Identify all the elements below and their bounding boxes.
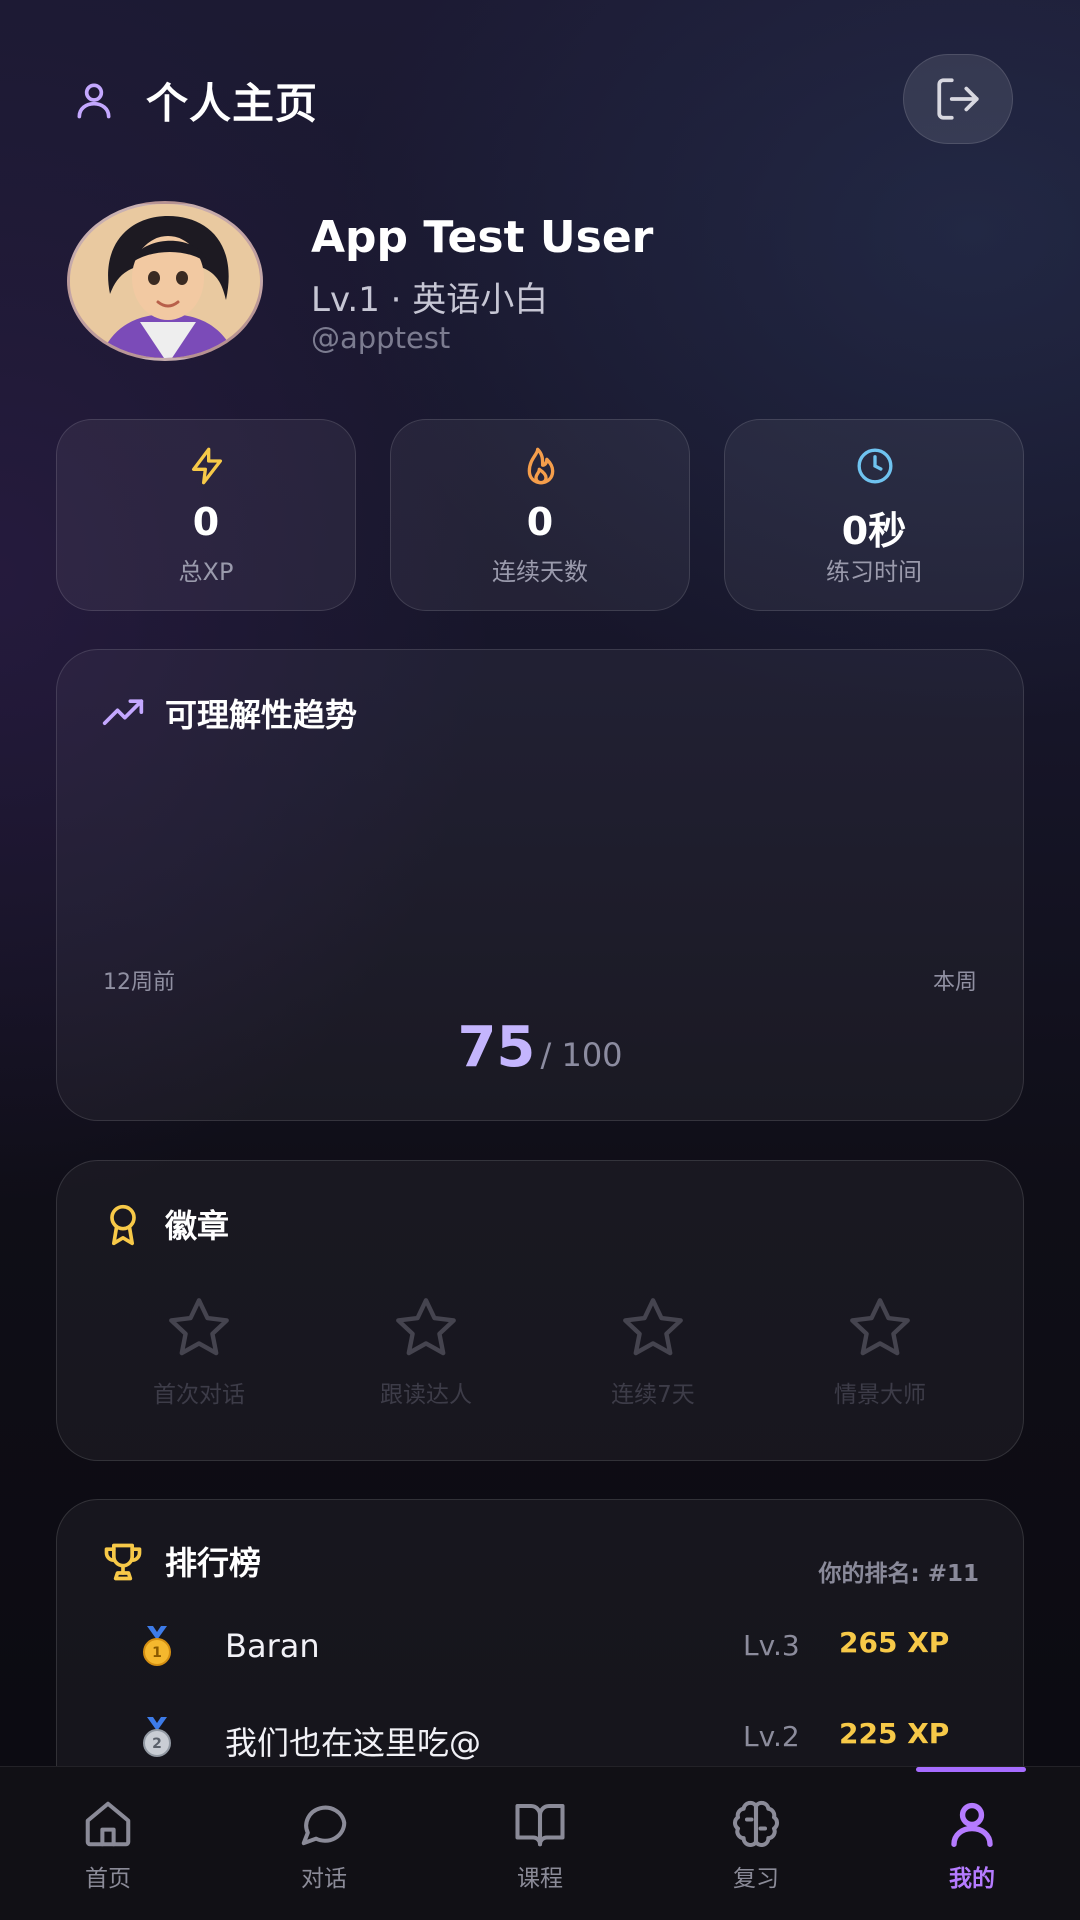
nav-label: 课程	[517, 1866, 563, 1892]
leaderboard-name: 我们也在这里吃@	[225, 1724, 482, 1762]
badge-item[interactable]: 情景大师	[780, 1293, 980, 1409]
nav-label: 首页	[85, 1866, 131, 1892]
logout-button[interactable]	[903, 54, 1013, 144]
nav-item-me[interactable]: 我的	[864, 1797, 1080, 1893]
star-icon	[396, 1298, 456, 1356]
clock-icon	[857, 448, 893, 484]
user-handle: @apptest	[311, 321, 451, 355]
leaderboard-xp: 265 XP	[839, 1626, 950, 1659]
avatar[interactable]	[67, 201, 263, 361]
star-icon	[169, 1298, 229, 1356]
trophy-icon	[104, 1543, 142, 1581]
badge-item[interactable]: 连续7天	[553, 1293, 753, 1409]
user-icon	[77, 83, 111, 119]
badges-title: 徽章	[165, 1207, 230, 1245]
nav-item-review[interactable]: 复习	[648, 1797, 864, 1893]
stat-label: 练习时间	[826, 558, 922, 586]
trend-score-value: 75	[457, 1015, 536, 1080]
svg-text:2: 2	[152, 1736, 162, 1752]
leaderboard-xp: 225 XP	[839, 1717, 950, 1750]
badge-item[interactable]: 跟读达人	[326, 1293, 526, 1409]
stat-value: 0	[192, 500, 220, 544]
header: 个人主页	[0, 0, 1080, 200]
brain-icon	[733, 1800, 779, 1847]
badge-label: 跟读达人	[380, 1382, 472, 1408]
user-name: App Test User	[311, 212, 654, 263]
leaderboard-level: Lv.2	[743, 1720, 800, 1753]
flame-icon	[527, 447, 555, 485]
star-icon	[623, 1298, 683, 1356]
stat-card-xp: 0 总XP	[56, 419, 356, 611]
badge-label: 首次对话	[153, 1382, 245, 1408]
trend-end-label: 本周	[932, 970, 977, 995]
badge-label: 情景大师	[834, 1382, 926, 1408]
user-level: Lv.1 · 英语小白	[311, 280, 549, 320]
chat-icon	[301, 1805, 347, 1846]
stat-card-streak: 0 连续天数	[390, 419, 690, 611]
badge-item[interactable]: 首次对话	[99, 1293, 299, 1409]
badge-label: 连续7天	[611, 1382, 695, 1408]
nav-item-home[interactable]: 首页	[0, 1797, 216, 1893]
svg-text:1: 1	[152, 1645, 162, 1661]
trend-score-max: / 100	[540, 1036, 623, 1074]
my-rank: 你的排名: #11	[818, 1561, 979, 1587]
stat-label: 总XP	[178, 558, 234, 586]
stat-card-time: 0秒 练习时间	[724, 419, 1024, 611]
active-tab-indicator	[916, 1767, 1026, 1772]
user-icon	[951, 1802, 993, 1847]
trend-score: 75 / 100	[57, 1015, 1023, 1080]
silver-medal-icon: 2	[143, 1717, 171, 1757]
award-icon	[110, 1204, 136, 1246]
star-icon	[850, 1298, 910, 1356]
stat-value: 0秒	[841, 509, 907, 553]
stat-value: 0	[526, 500, 554, 544]
home-icon	[85, 1801, 131, 1847]
leaderboard-title: 排行榜	[165, 1544, 262, 1582]
leaderboard-row[interactable]: 2 我们也在这里吃@ Lv.2 225 XP	[57, 1703, 1023, 1773]
stat-label: 连续天数	[492, 558, 588, 586]
nav-label: 复习	[733, 1866, 779, 1892]
book-icon	[515, 1803, 565, 1847]
trending-up-icon	[102, 699, 144, 725]
lightning-icon	[192, 447, 222, 485]
nav-item-courses[interactable]: 课程	[432, 1797, 648, 1893]
nav-label: 我的	[949, 1866, 995, 1892]
avatar-illustration	[70, 204, 260, 358]
trend-start-label: 12周前	[103, 970, 175, 995]
trend-title: 可理解性趋势	[165, 696, 358, 734]
leaderboard-level: Lv.3	[743, 1629, 800, 1662]
trend-panel: 可理解性趋势 12周前 本周 75 / 100	[56, 649, 1024, 1121]
leaderboard-row[interactable]: 1 Baran Lv.3 265 XP	[57, 1612, 1023, 1682]
page-title: 个人主页	[146, 79, 319, 128]
logout-icon	[937, 78, 979, 120]
nav-item-chat[interactable]: 对话	[216, 1797, 432, 1893]
badges-panel: 徽章 首次对话 跟读达人 连续7天 情景大师	[56, 1160, 1024, 1461]
gold-medal-icon: 1	[143, 1626, 171, 1666]
leaderboard-name: Baran	[225, 1627, 320, 1665]
bottom-nav: 首页 对话 课程 复习 我的	[0, 1766, 1080, 1920]
nav-label: 对话	[301, 1866, 347, 1892]
